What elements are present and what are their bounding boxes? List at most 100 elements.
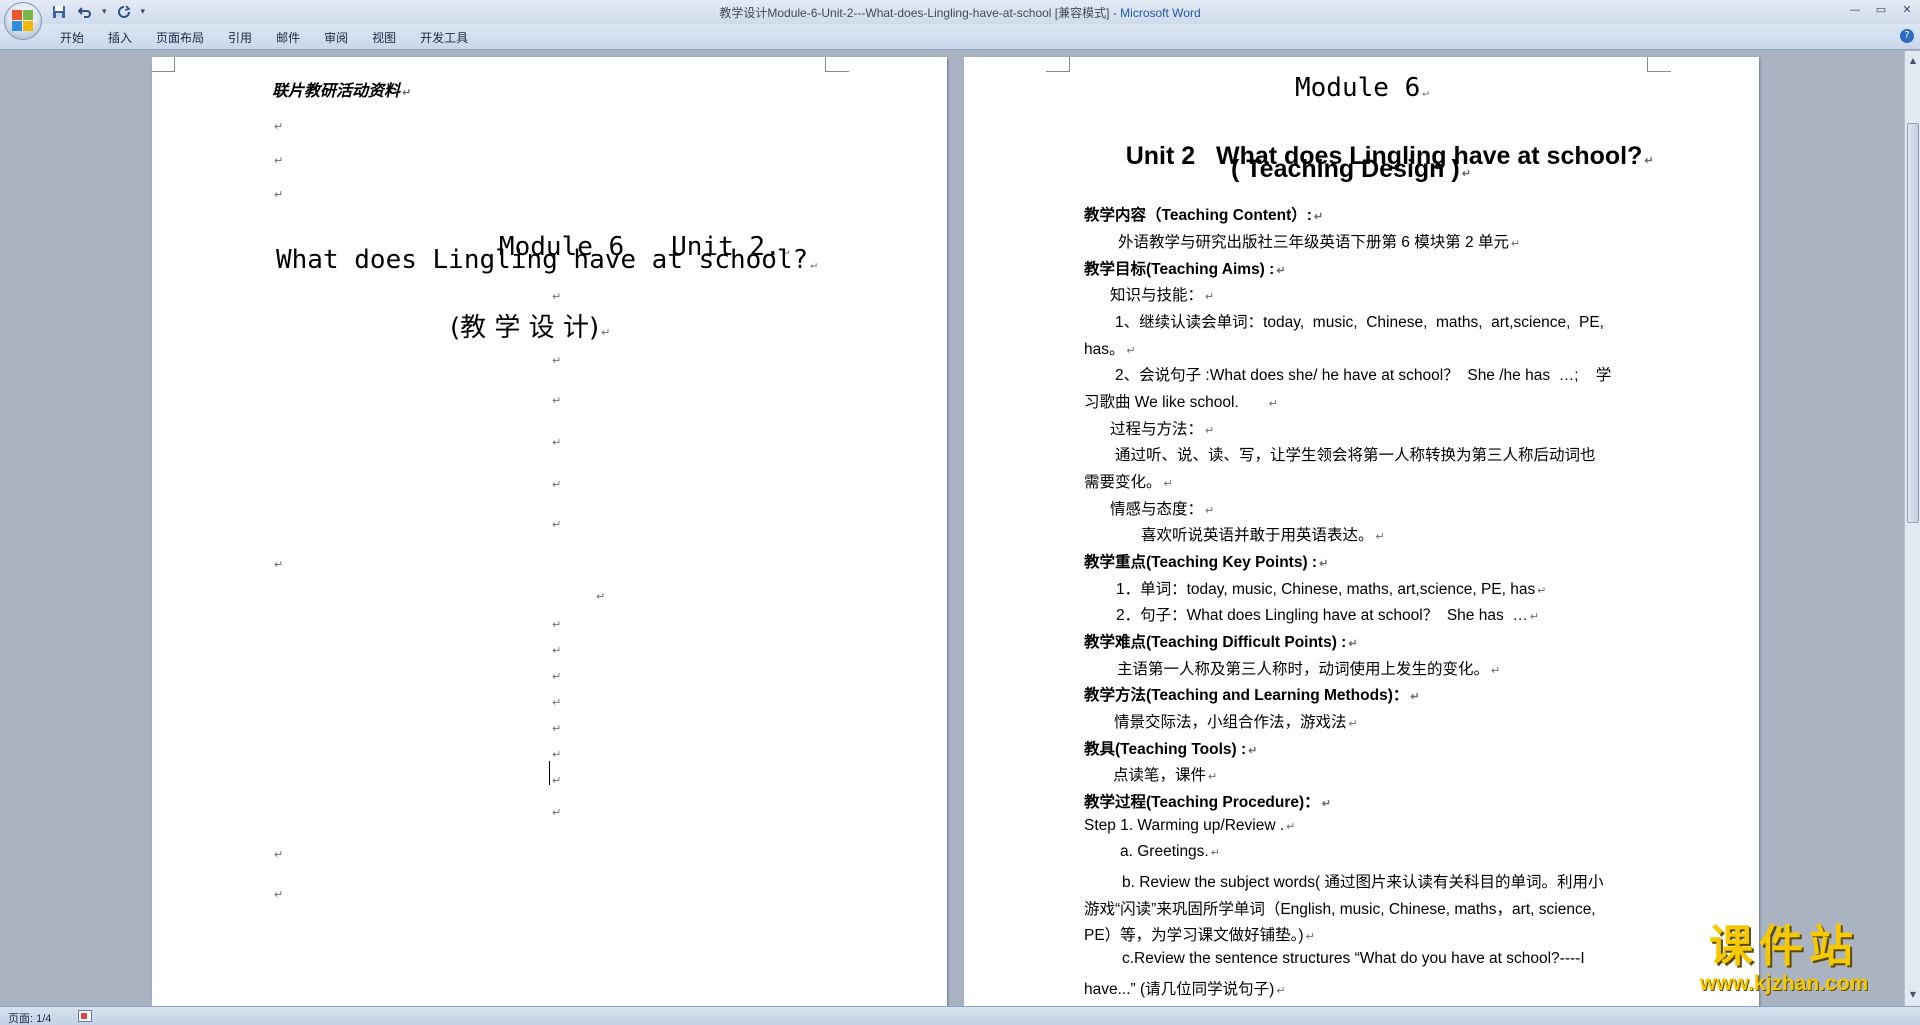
aims-process-text: 通过听、说、读、写，让学生领会将第一人称转换为第三人称后动词也 — [1115, 447, 1596, 464]
content-text: 外语教学与研究出版社三年级英语下册第 6 模块第 2 单元 ↵ — [1118, 234, 1521, 251]
step-1-review-sentences-cont: have...” (请几位同学说句子) ↵ — [1084, 981, 1286, 998]
office-button-icon — [12, 10, 34, 32]
page-counter[interactable]: 页面: 1/4 — [8, 1010, 51, 1025]
aims-knowledge-label: 知识与技能： ↵ — [1110, 287, 1215, 304]
empty-paragraph: ↵ — [552, 722, 562, 735]
tab-developer[interactable]: 开发工具 — [408, 29, 480, 46]
empty-paragraph: ↵ — [552, 290, 562, 303]
tools-text: 点读笔，课件 ↵ — [1113, 767, 1218, 784]
empty-paragraph: ↵ — [552, 644, 562, 657]
step-1-review-words-cont: 游戏“闪读”来巩固所学单词（English, music, Chinese, m… — [1084, 901, 1596, 918]
status-bar: 页面: 1/4 — [0, 1006, 1920, 1025]
aims-words: 1、继续认读会单词：today, music, Chinese, maths, … — [1115, 314, 1604, 331]
tab-home[interactable]: 开始 — [48, 29, 96, 46]
tab-insert[interactable]: 插入 — [96, 29, 144, 46]
minimize-icon[interactable]: — — [1842, 0, 1868, 18]
empty-paragraph: ↵ — [596, 590, 606, 603]
crop-mark — [1046, 57, 1070, 72]
empty-paragraph: ↵ — [552, 748, 562, 761]
crop-mark — [152, 57, 175, 72]
key-point-2: 2．句子：What does Lingling have at school？ … — [1116, 607, 1540, 624]
vertical-scrollbar[interactable]: ▲ ▼ — [1904, 51, 1920, 1006]
right-title-module: Module 6 ↵ — [1295, 73, 1429, 103]
empty-paragraph: ↵ — [274, 848, 284, 861]
page-1[interactable]: 联片教研活动资料 ↵ ↵ ↵ ↵ Module 6 Unit 2. ↵ What d… — [152, 57, 947, 1006]
scroll-thumb[interactable] — [1907, 123, 1919, 523]
tab-review[interactable]: 审阅 — [312, 29, 360, 46]
tab-page-layout[interactable]: 页面布局 — [144, 29, 216, 46]
right-title-design: ( Teaching Design ) ↵ — [1231, 155, 1471, 183]
section-methods-heading: 教学方法(Teaching and Learning Methods)： ↵ — [1084, 687, 1420, 704]
ribbon: 开始 插入 页面布局 引用 邮件 审阅 视图 开发工具 ? — [0, 24, 1920, 50]
undo-dropdown-icon[interactable]: ▾ — [102, 7, 107, 17]
watermark-title: 课件站 — [1709, 921, 1859, 972]
step-1-review-words: b. Review the subject words( 通过图片来认读有关科目… — [1122, 874, 1604, 891]
left-title-question: What does Lingling have at school? ↵ — [276, 245, 817, 275]
customize-qat-icon[interactable]: ▾ — [141, 7, 146, 17]
section-content-heading: 教学内容（Teaching Content）: ↵ — [1084, 207, 1324, 224]
aims-process-cont: 需要变化。 ↵ — [1084, 474, 1173, 491]
help-icon[interactable]: ? — [1900, 29, 1914, 43]
empty-paragraph: ↵ — [552, 774, 562, 787]
aims-emotion-label: 情感与态度： ↵ — [1110, 501, 1215, 518]
empty-paragraph: ↵ — [552, 670, 562, 683]
empty-paragraph: ↵ — [552, 394, 562, 407]
office-button[interactable] — [4, 2, 42, 40]
section-difficult-points-heading: 教学难点(Teaching Difficult Points) : ↵ — [1084, 634, 1358, 651]
tab-view[interactable]: 视图 — [360, 29, 408, 46]
section-procedure-heading: 教学过程(Teaching Procedure)： ↵ — [1084, 794, 1331, 811]
aims-process-label: 过程与方法： ↵ — [1110, 421, 1215, 438]
empty-paragraph: ↵ — [552, 696, 562, 709]
crop-mark — [1647, 57, 1671, 72]
section-aims-heading: 教学目标(Teaching Aims) : ↵ — [1084, 261, 1286, 278]
empty-paragraph: ↵ — [274, 154, 284, 167]
site-watermark: 课件站 www.kjzhan.com — [1664, 921, 1904, 995]
left-title-design: (教 学 设 计) ↵ — [450, 313, 611, 343]
difficult-point-text: 主语第一人称及第三人称时，动词使用上发生的变化。 ↵ — [1117, 661, 1501, 678]
empty-paragraph: ↵ — [274, 888, 284, 901]
key-point-1: 1．单词：today, music, Chinese, maths, art,s… — [1116, 581, 1547, 598]
close-icon[interactable]: ✕ — [1894, 0, 1920, 18]
aims-words-cont: has。 ↵ — [1084, 341, 1136, 358]
window-title: 教学设计Module-6-Unit-2---What-does-Lingling… — [719, 6, 1201, 20]
document-title: 教学设计Module-6-Unit-2---What-does-Lingling… — [719, 6, 1110, 20]
macro-record-icon[interactable] — [78, 1010, 92, 1022]
empty-paragraph: ↵ — [552, 806, 562, 819]
empty-paragraph: ↵ — [552, 618, 562, 631]
maximize-icon[interactable]: ▭ — [1868, 0, 1894, 18]
title-bar: 教学设计Module-6-Unit-2---What-does-Lingling… — [0, 0, 1920, 24]
watermark-url: www.kjzhan.com — [1699, 972, 1869, 995]
step-1-review-sentences: c.Review the sentence structures “What d… — [1122, 950, 1585, 967]
header-text: 联片教研活动资料 ↵ — [272, 81, 412, 100]
window-controls: — ▭ ✕ — [1842, 0, 1920, 18]
step-1-heading: Step 1. Warming up/Review . ↵ — [1084, 817, 1296, 834]
methods-text: 情景交际法，小组合作法，游戏法 ↵ — [1114, 714, 1358, 731]
step-1-review-words-end: PE）等，为学习课文做好铺垫。) ↵ — [1084, 927, 1315, 944]
empty-paragraph: ↵ — [552, 436, 562, 449]
undo-icon[interactable] — [76, 3, 94, 20]
aims-sentences-cont: 习歌曲 We like school. ↵ — [1084, 394, 1278, 411]
redo-icon[interactable] — [115, 3, 133, 20]
empty-paragraph: ↵ — [552, 478, 562, 491]
crop-mark — [825, 57, 849, 72]
aims-emotion-text: 喜欢听说英语并敢于用英语表达。 ↵ — [1141, 527, 1385, 544]
section-tools-heading: 教具(Teaching Tools) : ↵ — [1084, 741, 1258, 758]
aims-sentences: 2、会说句子 :What does she/ he have at school… — [1115, 367, 1612, 384]
app-name: Microsoft Word — [1120, 6, 1201, 20]
page-2[interactable]: Module 6 ↵ Unit 2 What does Lingling have… — [964, 57, 1759, 1006]
save-icon[interactable] — [50, 3, 68, 20]
tab-references[interactable]: 引用 — [216, 29, 264, 46]
scroll-down-icon[interactable]: ▼ — [1906, 987, 1920, 1002]
empty-paragraph: ↵ — [552, 354, 562, 367]
section-key-points-heading: 教学重点(Teaching Key Points) : ↵ — [1084, 554, 1329, 571]
empty-paragraph: ↵ — [274, 120, 284, 133]
document-workspace: 联片教研活动资料 ↵ ↵ ↵ ↵ Module 6 Unit 2. ↵ What d… — [0, 51, 1902, 1006]
quick-access-toolbar: ▾ ▾ — [50, 3, 145, 20]
empty-paragraph: ↵ — [552, 518, 562, 531]
step-1-greetings: a. Greetings. ↵ — [1120, 843, 1220, 860]
empty-paragraph: ↵ — [274, 558, 284, 571]
tab-mailings[interactable]: 邮件 — [264, 29, 312, 46]
empty-paragraph: ↵ — [274, 188, 284, 201]
ribbon-tabs: 开始 插入 页面布局 引用 邮件 审阅 视图 开发工具 — [48, 29, 480, 46]
scroll-up-icon[interactable]: ▲ — [1906, 53, 1920, 68]
